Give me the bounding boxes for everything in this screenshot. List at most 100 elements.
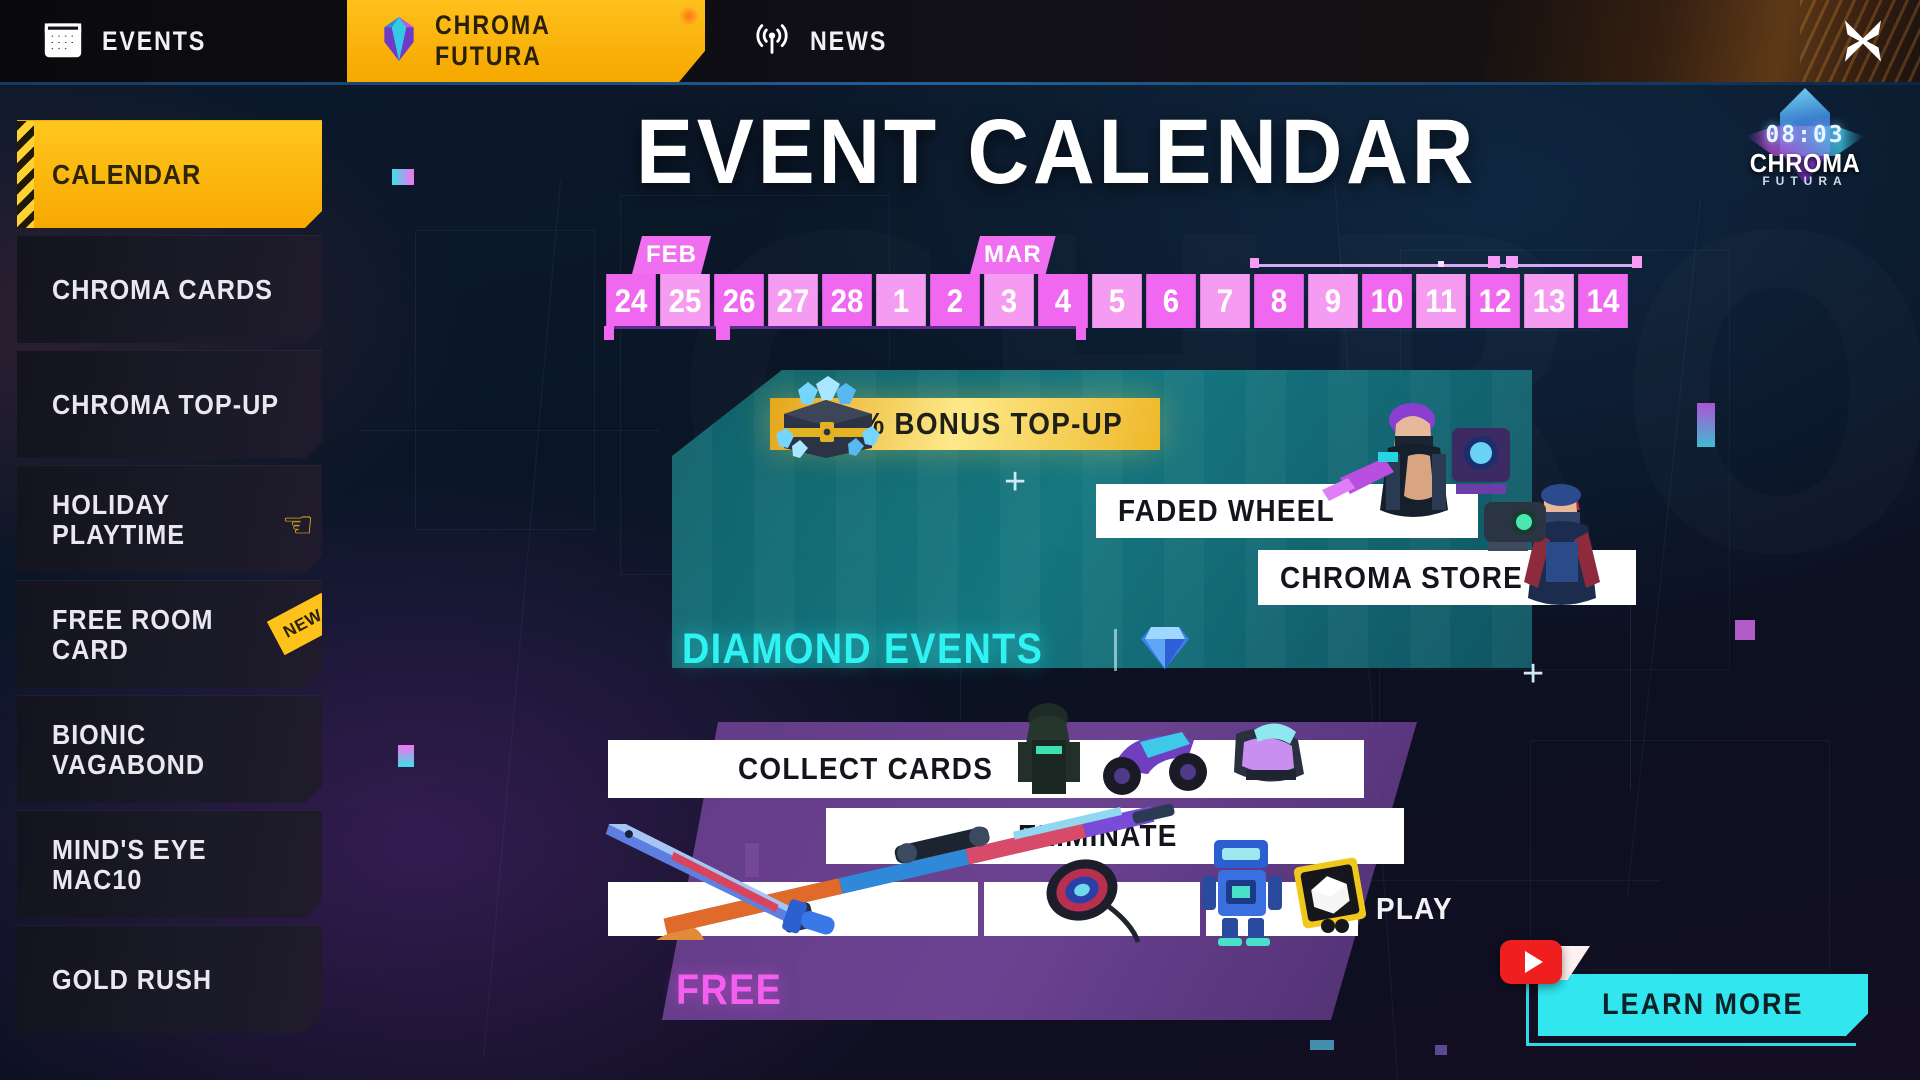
hazard-stripe-icon [17, 121, 34, 228]
sidebar-item-calendar[interactable]: CALENDAR [17, 120, 322, 228]
sidebar-item-label: GOLD RUSH [52, 963, 213, 995]
day-cell[interactable]: 12 [1470, 274, 1520, 328]
event-bar-faded-wheel[interactable]: FADED WHEEL [1096, 484, 1478, 538]
learn-more-button[interactable]: LEARN MORE [1538, 974, 1868, 1036]
timeline-marker [1076, 326, 1086, 340]
logo-subtitle: FUTURA [1762, 174, 1848, 188]
sidebar-item-label: BIONIC VAGABOND [52, 718, 206, 780]
sidebar-item-gold-rush[interactable]: GOLD RUSH [17, 925, 322, 1033]
sidebar-item-label: HOLIDAY PLAYTIME [52, 488, 186, 550]
event-bar-chroma-store[interactable]: CHROMA STORE [1258, 550, 1636, 605]
gem-icon [381, 17, 417, 66]
day-cell[interactable]: 27 [768, 274, 818, 328]
cta-group: LEARN MORE [1500, 940, 1868, 1046]
day-cell[interactable]: 7 [1200, 274, 1250, 328]
day-cell[interactable]: 1 [876, 274, 926, 328]
event-bar-free-left[interactable] [608, 882, 978, 936]
sidebar-item-label: CHROMA CARDS [52, 273, 273, 305]
section-label-text: DIAMOND EVENTS [682, 625, 1044, 673]
sidebar-item-label: CALENDAR [52, 158, 202, 190]
event-bar-label: COLLECT CARDS [738, 751, 994, 786]
day-cell[interactable]: 26 [714, 274, 764, 328]
glitch-pixel [1310, 1040, 1334, 1050]
diamond-icon [1139, 623, 1191, 676]
sidebar-item-free-room-card[interactable]: FREE ROOM CARD NEW [17, 580, 322, 688]
timeline-marker [1632, 256, 1642, 268]
play-triangle-icon [1524, 951, 1543, 973]
timeline-marker [1506, 256, 1518, 268]
tab-label-news: NEWS [810, 25, 888, 56]
timeline-underline [604, 326, 1084, 329]
glitch-pixel [392, 169, 414, 185]
blueprint-shape [1530, 740, 1830, 970]
day-cell[interactable]: 2 [930, 274, 980, 328]
divider [1114, 628, 1118, 671]
day-cell[interactable]: 25 [660, 274, 710, 328]
event-bar-play[interactable]: PLAY [1358, 882, 1518, 936]
timeline-progress-rail [1250, 264, 1642, 267]
event-bar-collect-cards[interactable]: COLLECT CARDS [608, 740, 1364, 798]
sidebar-item-holiday-playtime[interactable]: HOLIDAY PLAYTIME ☜ [17, 465, 322, 573]
day-cell[interactable]: 6 [1146, 274, 1196, 328]
timeline-marker [1488, 256, 1500, 268]
sidebar-item-bionic-vagabond[interactable]: BIONIC VAGABOND [17, 695, 322, 803]
day-cell[interactable]: 9 [1308, 274, 1358, 328]
event-bar-label: FADED WHEEL [1118, 493, 1335, 528]
event-bar-free-mid[interactable] [984, 882, 1200, 936]
broadcast-icon [752, 19, 792, 64]
day-cell[interactable]: 24 [606, 274, 656, 328]
youtube-icon[interactable] [1500, 940, 1562, 984]
tab-label-chroma-futura: CHROMA FUTURA [435, 10, 550, 71]
calendar-icon [42, 18, 84, 65]
tab-label-events: EVENTS [102, 25, 207, 56]
chroma-futura-logo: 08:03 CHROMA FUTURA [1742, 88, 1868, 208]
tab-news[interactable]: NEWS [718, 0, 1018, 82]
event-bar-eliminate[interactable]: ELIMINATE [826, 808, 1404, 864]
glitch-pixel [1735, 620, 1755, 640]
timeline-marker [1438, 261, 1444, 267]
day-cell[interactable]: 28 [822, 274, 872, 328]
day-cell[interactable]: 3 [984, 274, 1034, 328]
month-tab-feb[interactable]: FEB [632, 236, 711, 274]
section-label-text: FREE [676, 966, 783, 1014]
sidebar-item-chroma-cards[interactable]: CHROMA CARDS [17, 235, 322, 343]
close-icon[interactable] [1832, 10, 1894, 72]
top-navigation-bar: EVENTS CHROMA FUTURA NEWS [0, 0, 1920, 82]
blueprint-shape [415, 230, 595, 530]
page-title: EVENT CALENDAR [636, 101, 1478, 203]
sidebar-item-chroma-top-up[interactable]: CHROMA TOP-UP [17, 350, 322, 458]
event-bar-free-right[interactable] [1206, 882, 1358, 936]
month-tab-mar[interactable]: MAR [970, 236, 1056, 274]
timeline: FEB MAR 24 25 26 27 28 1 2 3 4 5 6 7 8 9… [604, 236, 1630, 328]
timeline-marker [604, 326, 614, 340]
sidebar-item-label: FREE ROOM CARD [52, 603, 214, 665]
tab-events[interactable]: EVENTS [8, 0, 273, 82]
day-cell[interactable]: 4 [1038, 274, 1088, 328]
glitch-pixel [398, 745, 414, 767]
day-cell[interactable]: 10 [1362, 274, 1412, 328]
free-events-label: FREE [676, 966, 797, 1015]
learn-more-label: LEARN MORE [1602, 988, 1804, 1021]
plus-icon: + [1522, 653, 1545, 695]
day-cell[interactable]: 13 [1524, 274, 1574, 328]
glitch-pixel [1697, 403, 1715, 447]
sidebar-item-minds-eye-mac10[interactable]: MIND'S EYE MAC10 [17, 810, 322, 918]
plus-icon: + [1004, 461, 1027, 503]
tab-spark-icon [679, 6, 699, 26]
diamond-events-label: DIAMOND EVENTS [682, 623, 1191, 676]
event-bar-label: ELIMINATE [1018, 818, 1178, 853]
month-tabs: FEB MAR [604, 236, 1630, 274]
day-cell[interactable]: 8 [1254, 274, 1304, 328]
event-bar-label: CHROMA STORE [1280, 559, 1523, 595]
day-cell[interactable]: 14 [1578, 274, 1628, 328]
logo-countdown-timer: 08:03 [1765, 122, 1845, 148]
timeline-marker [1250, 258, 1259, 268]
day-cell[interactable]: 5 [1092, 274, 1142, 328]
day-cell[interactable]: 11 [1416, 274, 1466, 328]
event-bar-bonus-topup[interactable]: 100% BONUS TOP-UP [770, 398, 1160, 450]
blueprint-line [1180, 330, 1600, 331]
blueprint-line [360, 430, 660, 431]
timeline-marker [716, 326, 730, 340]
event-bar-label: 100% BONUS TOP-UP [808, 406, 1123, 441]
tab-chroma-futura[interactable]: CHROMA FUTURA [347, 0, 705, 82]
